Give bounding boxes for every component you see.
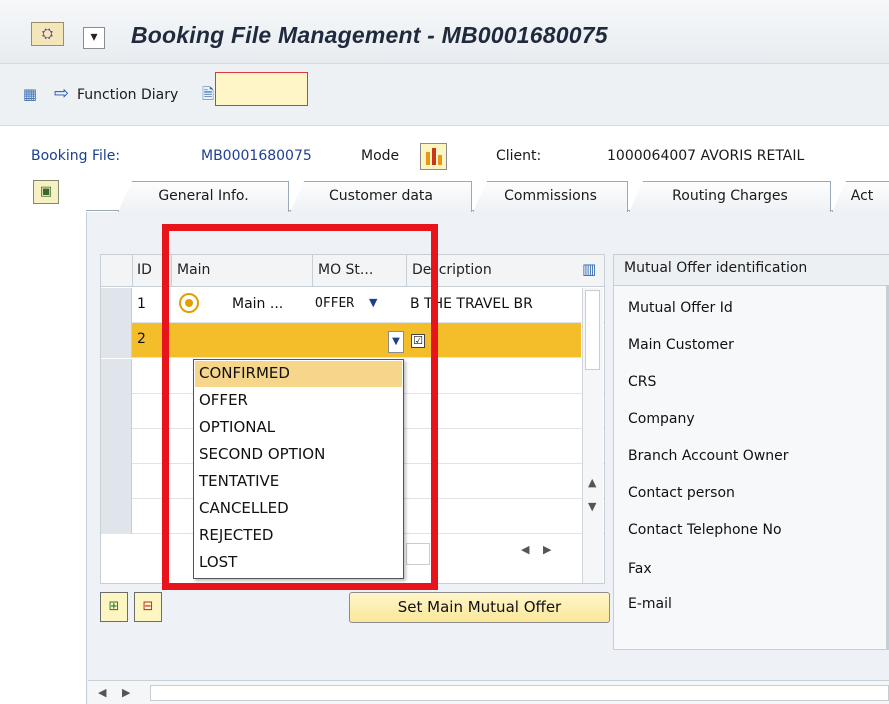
row-selector[interactable] — [101, 323, 132, 358]
mutual-offer-identification-panel: Mutual Offer identification Mutual Offer… — [613, 254, 889, 650]
column-separator — [132, 255, 133, 287]
field-email: E-mail — [628, 596, 672, 612]
function-diary-button[interactable]: Function Diary — [77, 87, 178, 103]
client-label: Client: — [496, 148, 542, 164]
tab-customer-data[interactable]: Customer data — [290, 181, 472, 212]
booking-file-value: MB0001680075 — [201, 148, 312, 164]
menu-dropdown-button[interactable]: ▾ — [83, 27, 105, 49]
field-branch-account-owner: Branch Account Owner — [628, 448, 789, 464]
field-company: Company — [628, 411, 695, 427]
field-contact-telephone: Contact Telephone No — [628, 522, 782, 538]
cell-id: 1 — [137, 296, 146, 312]
title-bar: ⛭ ▾ Booking File Management - MB00016800… — [0, 0, 889, 64]
tab-general-info[interactable]: General Info. — [118, 181, 289, 212]
cell-id: 2 — [137, 331, 146, 347]
system-menu-icon[interactable]: ⛭ — [31, 22, 64, 46]
field-crs: CRS — [628, 374, 657, 390]
scroll-right-icon[interactable]: ▶ — [122, 686, 130, 699]
field-fax: Fax — [628, 561, 652, 577]
scrollbar-track[interactable] — [150, 685, 889, 701]
client-value: 1000064007 AVORIS RETAIL — [607, 148, 805, 164]
row-selector[interactable] — [101, 499, 132, 534]
field-mutual-offer-id: Mutual Offer Id — [628, 300, 733, 316]
mo-status-input[interactable] — [215, 72, 308, 106]
window-title: Booking File Management - MB0001680075 — [131, 22, 608, 48]
mode-label: Mode — [361, 148, 400, 164]
arrow-right-icon: ⇨ — [54, 83, 70, 104]
set-main-mutual-offer-button[interactable]: Set Main Mutual Offer — [349, 592, 610, 623]
value-column-edge — [886, 286, 888, 649]
scrollbar-thumb[interactable] — [585, 290, 600, 370]
highlight-annotation-box — [162, 224, 438, 590]
column-settings-icon[interactable]: ▥ — [582, 260, 602, 280]
booking-file-label: Booking File: — [31, 148, 121, 164]
side-panel-toggle-icon[interactable]: ▣ — [33, 180, 59, 204]
application-toolbar: ▦ ⇨ Function Diary 🗎 Σ ⚲ — [0, 64, 889, 126]
mutual-offer-panel-header: Mutual Offer identification — [614, 255, 889, 286]
delete-row-icon[interactable]: ⊟ — [134, 592, 162, 622]
row-selector[interactable] — [101, 464, 132, 499]
row-selector[interactable] — [101, 429, 132, 464]
scroll-down-icon[interactable]: ▼ — [588, 500, 596, 513]
table-vertical-scrollbar[interactable]: ▲ ▼ — [582, 288, 603, 583]
row-selector[interactable] — [101, 288, 132, 323]
column-header-id[interactable]: ID — [137, 262, 152, 278]
tab-routing-charges[interactable]: Routing Charges — [629, 181, 831, 212]
mode-button[interactable] — [420, 143, 447, 170]
row-selector[interactable] — [101, 359, 132, 394]
scroll-up-icon[interactable]: ▲ — [588, 476, 596, 489]
add-row-icon[interactable]: ⊞ — [100, 592, 128, 622]
overview-icon[interactable]: ▦ — [20, 84, 40, 104]
tab-commissions[interactable]: Commissions — [473, 181, 628, 212]
row-selector[interactable] — [101, 394, 132, 429]
field-contact-person: Contact person — [628, 485, 735, 501]
scroll-left-icon[interactable]: ◀ — [98, 686, 106, 699]
scroll-right-icon[interactable]: ▶ — [543, 543, 551, 556]
field-main-customer: Main Customer — [628, 337, 734, 353]
panel-horizontal-scrollbar[interactable]: ◀ ▶ — [88, 680, 889, 704]
scroll-left-icon[interactable]: ◀ — [521, 543, 529, 556]
